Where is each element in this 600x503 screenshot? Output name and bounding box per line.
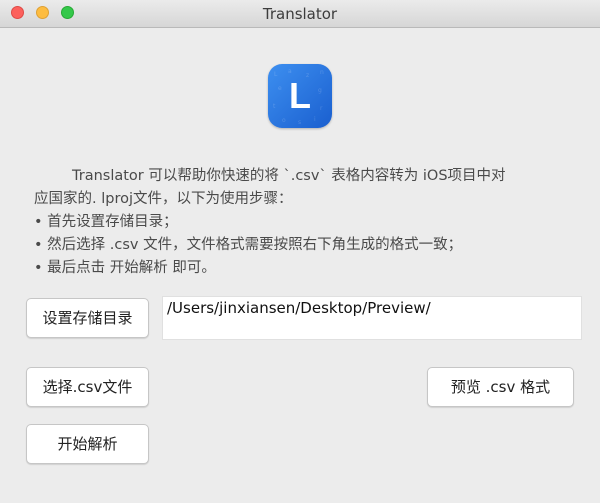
usage-description: Translator 可以帮助你快速的将 `.csv` 表格内容转为 iOS项目…	[34, 165, 554, 280]
set-directory-button[interactable]: 设置存储目录	[26, 298, 149, 338]
description-step: • 首先设置存储目录；	[34, 214, 178, 230]
svg-text:s: s	[298, 119, 301, 126]
description-step: • 然后选择 .csv 文件，文件格式需要按照右下角生成的格式一致；	[34, 237, 463, 253]
description-line: 应国家的. lproj文件，以下为使用步骤：	[34, 191, 293, 207]
preview-csv-format-button[interactable]: 预览 .csv 格式	[427, 367, 574, 407]
window-title: Translator	[262, 5, 338, 23]
app-logo-letter: L	[289, 75, 311, 116]
app-logo-icon: Lazn eg tr osi L	[268, 64, 332, 128]
description-line: Translator 可以帮助你快速的将 `.csv` 表格内容转为 iOS项目…	[72, 168, 506, 184]
output-path-field[interactable]: /Users/jinxiansen/Desktop/Preview/	[162, 296, 582, 340]
title-bar[interactable]: Translator	[0, 0, 600, 28]
svg-text:o: o	[282, 117, 286, 124]
select-csv-button[interactable]: 选择.csv文件	[26, 367, 149, 407]
svg-text:i: i	[314, 116, 316, 123]
description-step: • 最后点击 开始解析 即可。	[34, 260, 216, 276]
app-window: Translator Lazn eg tr osi L Translator 可…	[0, 0, 600, 503]
svg-text:a: a	[288, 68, 292, 75]
start-parse-button[interactable]: 开始解析	[26, 424, 149, 464]
